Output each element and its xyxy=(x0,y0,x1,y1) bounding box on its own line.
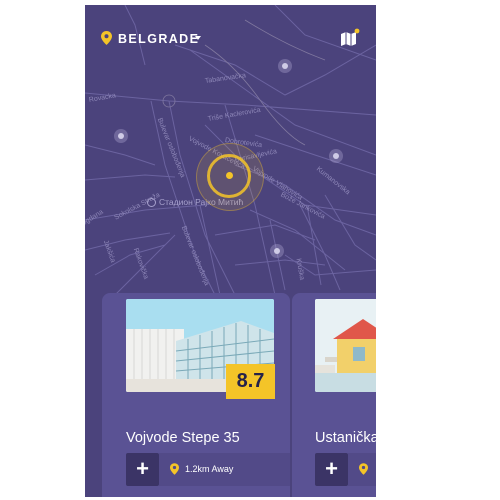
map-marker[interactable] xyxy=(274,248,280,254)
current-location-marker[interactable] xyxy=(226,172,233,179)
location-pin-icon xyxy=(170,463,179,475)
stadium-icon xyxy=(147,198,156,208)
property-card[interactable]: Ustanička + xyxy=(292,293,376,497)
distance-info: 1.2km Away xyxy=(159,453,290,486)
map-marker[interactable] xyxy=(333,153,339,159)
rating-badge: 8.7 xyxy=(226,364,275,399)
add-button[interactable]: + xyxy=(315,453,348,486)
app-screen: Tabanovačka Triše Kaclerovića Rovacka Bu… xyxy=(85,5,376,497)
top-bar: BELGRADE xyxy=(85,5,376,67)
map-marker[interactable] xyxy=(118,133,124,139)
distance-text: 1.2km Away xyxy=(185,464,234,474)
property-title: Ustanička xyxy=(315,430,376,446)
property-photo xyxy=(315,299,376,392)
add-button[interactable]: + xyxy=(126,453,159,486)
city-selector[interactable]: BELGRADE xyxy=(118,32,199,46)
chevron-down-icon[interactable] xyxy=(195,36,201,40)
property-title: Vojvode Stepe 35 xyxy=(126,430,240,446)
map-icon[interactable] xyxy=(338,28,360,48)
distance-info xyxy=(348,453,376,486)
location-pin-icon xyxy=(101,31,112,45)
location-pin-icon xyxy=(359,463,368,475)
